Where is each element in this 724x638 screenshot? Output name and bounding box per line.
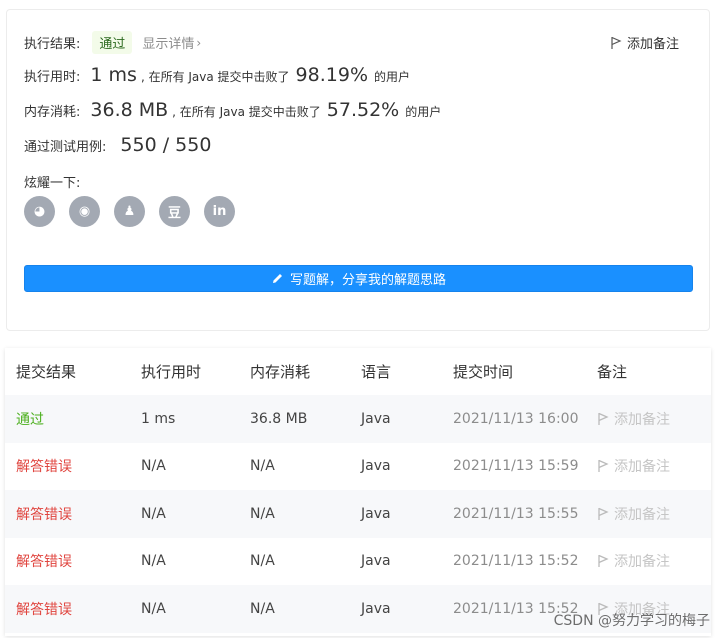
flag-icon — [598, 412, 609, 425]
share-label-row: 炫耀一下: — [24, 172, 80, 191]
runtime-mid-text: , 在所有 Java 提交中击败了 — [140, 70, 290, 84]
write-solution-label: 写题解，分享我的解题思路 — [289, 273, 446, 288]
row-submit-time: 2021/11/13 15:59 — [453, 458, 579, 475]
row-submit-time: 2021/11/13 15:55 — [453, 505, 579, 522]
watermark: CSDN @努力学习的梅子 — [553, 613, 710, 629]
test-cases-value: 550 / 550 — [120, 134, 212, 156]
row-submit-time: 2021/11/13 15:52 — [453, 553, 579, 570]
runtime-value: 1 ms — [90, 64, 137, 86]
test-cases-row: 通过测试用例: 550 / 550 — [24, 134, 215, 156]
row-runtime: N/A — [141, 600, 166, 617]
exec-result-label: 执行结果: — [24, 37, 81, 52]
row-language: Java — [361, 553, 391, 570]
memory-tail-text: 的用户 — [405, 105, 442, 119]
chevron-right-icon: › — [196, 35, 202, 50]
row-note-label: 添加备注 — [614, 506, 670, 523]
status-badge: 通过 — [92, 31, 133, 54]
header-status: 提交结果 — [16, 363, 77, 381]
memory-value: 36.8 MB — [90, 99, 169, 121]
runtime-percentile: 98.19% — [295, 64, 368, 86]
memory-row: 内存消耗: 36.8 MB , 在所有 Java 提交中击败了 57.52% 的… — [24, 99, 441, 121]
header-runtime: 执行用时 — [141, 363, 202, 381]
row-runtime: N/A — [141, 553, 166, 570]
write-solution-button[interactable]: 写题解，分享我的解题思路 — [24, 265, 693, 292]
header-memory: 内存消耗 — [250, 363, 311, 381]
row-memory: N/A — [250, 458, 275, 475]
row-status[interactable]: 解答错误 — [16, 456, 72, 476]
row-runtime: N/A — [141, 458, 166, 475]
wechat-icon[interactable]: ◕ — [24, 196, 55, 227]
linkedin-icon[interactable]: in — [204, 196, 235, 227]
runtime-label: 执行用时: — [24, 70, 81, 85]
weibo-icon[interactable]: ◉ — [69, 196, 100, 227]
pencil-icon — [272, 274, 282, 283]
flag-icon — [598, 460, 609, 473]
add-note-button[interactable]: 添加备注 — [610, 33, 679, 52]
row-add-note[interactable]: 添加备注 — [597, 409, 670, 429]
row-language: Java — [361, 410, 391, 427]
douban-icon[interactable]: 豆 — [159, 196, 190, 227]
flag-icon — [611, 36, 622, 49]
result-card: 执行结果: 通过 显示详情 › 添加备注 执行用时: 1 ms , 在所有 Ja… — [6, 9, 710, 331]
runtime-row: 执行用时: 1 ms , 在所有 Java 提交中击败了 98.19% 的用户 — [24, 64, 410, 86]
row-memory: N/A — [250, 600, 275, 617]
flag-icon — [598, 507, 609, 520]
row-add-note[interactable]: 添加备注 — [597, 551, 670, 571]
table-row[interactable]: 解答错误 N/A N/A Java 2021/11/13 15:55 添加备注 — [5, 490, 711, 538]
table-row[interactable]: 通过 1 ms 36.8 MB Java 2021/11/13 16:00 添加… — [5, 395, 711, 443]
row-note-label: 添加备注 — [614, 554, 670, 571]
row-runtime: N/A — [141, 505, 166, 522]
row-status[interactable]: 解答错误 — [16, 551, 72, 571]
exec-result-row: 执行结果: 通过 显示详情 › — [24, 31, 201, 54]
share-label: 炫耀一下: — [24, 176, 81, 191]
table-row[interactable]: 解答错误 N/A N/A Java 2021/11/13 15:52 添加备注 — [5, 538, 711, 586]
row-status[interactable]: 通过 — [16, 409, 44, 429]
row-runtime: 1 ms — [141, 410, 176, 427]
memory-percentile: 57.52% — [326, 99, 400, 121]
row-status[interactable]: 解答错误 — [16, 599, 72, 619]
row-memory: N/A — [250, 553, 275, 570]
row-language: Java — [361, 600, 391, 617]
show-details-link[interactable]: 显示详情 — [142, 33, 194, 52]
qq-icon[interactable]: ♟ — [114, 196, 145, 227]
row-memory: N/A — [250, 505, 275, 522]
row-submit-time: 2021/11/13 16:00 — [453, 410, 579, 427]
row-language: Java — [361, 505, 391, 522]
table-row[interactable]: 解答错误 N/A N/A Java 2021/11/13 15:59 添加备注 — [5, 443, 711, 491]
row-add-note[interactable]: 添加备注 — [597, 456, 670, 476]
header-submit-time: 提交时间 — [453, 363, 514, 381]
row-memory: 36.8 MB — [250, 410, 308, 427]
header-language: 语言 — [361, 363, 392, 381]
submissions-table: 提交结果 执行用时 内存消耗 语言 提交时间 备注 通过 1 ms 36.8 M… — [5, 348, 711, 636]
row-status[interactable]: 解答错误 — [16, 504, 72, 524]
table-header: 提交结果 执行用时 内存消耗 语言 提交时间 备注 — [5, 348, 711, 395]
add-note-label: 添加备注 — [626, 37, 679, 52]
memory-mid-text: , 在所有 Java 提交中击败了 — [172, 105, 321, 119]
test-cases-label: 通过测试用例: — [24, 140, 107, 155]
memory-label: 内存消耗: — [24, 105, 81, 120]
row-add-note[interactable]: 添加备注 — [597, 504, 670, 524]
row-note-label: 添加备注 — [614, 459, 670, 476]
row-language: Java — [361, 458, 391, 475]
header-note: 备注 — [597, 363, 628, 381]
row-note-label: 添加备注 — [614, 411, 670, 428]
flag-icon — [598, 555, 609, 568]
share-icons: ◕ ◉ ♟ 豆 in — [24, 196, 249, 227]
runtime-tail-text: 的用户 — [374, 70, 411, 84]
